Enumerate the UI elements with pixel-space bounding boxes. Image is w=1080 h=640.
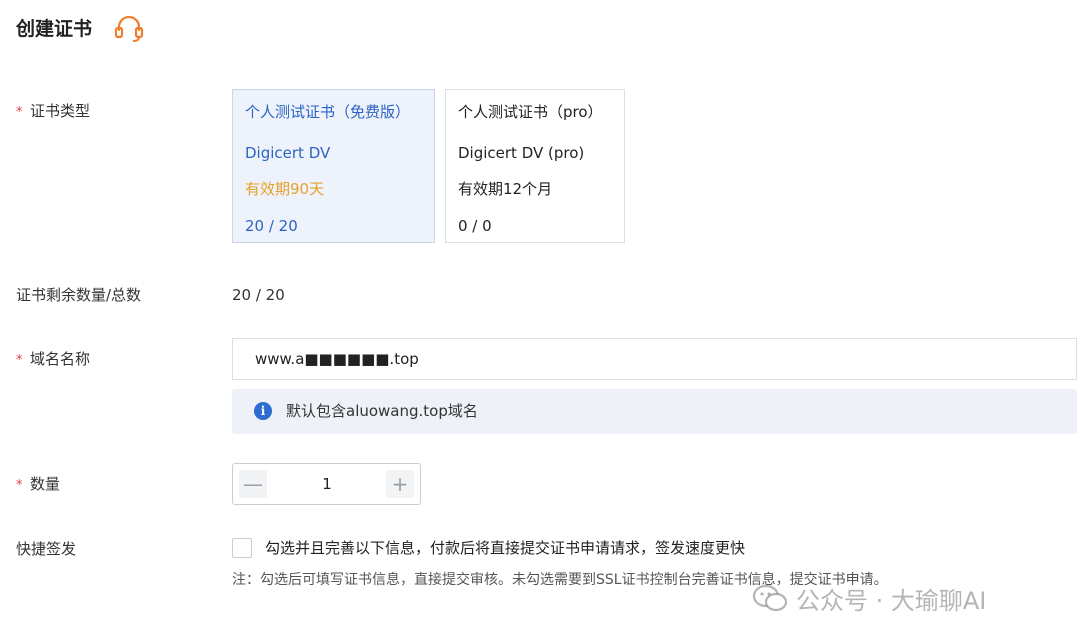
cert-option-name: 个人测试证书（pro）	[458, 103, 603, 121]
required-marker: *	[16, 478, 23, 493]
required-marker: *	[16, 105, 23, 120]
cert-option-validity: 有效期12个月	[458, 180, 553, 198]
cert-option-product: Digicert DV	[245, 144, 331, 162]
quantity-label-text: 数量	[30, 475, 61, 493]
domain-info-box: i 默认包含aluowang.top域名	[232, 389, 1077, 434]
increment-button[interactable]: +	[386, 470, 414, 498]
decrement-button[interactable]: —	[239, 470, 267, 498]
domain-label-text: 域名名称	[30, 350, 91, 368]
cert-option-product: Digicert DV (pro)	[458, 144, 585, 162]
domain-label: * 域名名称	[16, 348, 90, 372]
cert-type-label-text: 证书类型	[30, 102, 91, 120]
quick-issue-checkbox[interactable]	[232, 538, 252, 558]
quantity-label: * 数量	[16, 473, 60, 497]
cert-option-validity: 有效期90天	[245, 180, 325, 198]
cert-option-quota: 0 / 0	[458, 217, 492, 235]
cert-option-quota: 20 / 20	[245, 217, 298, 235]
cert-type-label: * 证书类型	[16, 100, 90, 124]
customer-support-icon[interactable]	[113, 15, 145, 43]
quick-issue-label: 快捷签发	[16, 540, 77, 558]
domain-info-text: 默认包含aluowang.top域名	[286, 402, 478, 420]
wechat-icon	[752, 584, 788, 612]
page-title: 创建证书	[16, 18, 93, 40]
remaining-label: 证书剩余数量/总数	[16, 286, 142, 304]
watermark-text: 公众号 · 大瑜聊AI	[796, 586, 987, 615]
quantity-value[interactable]: 1	[273, 464, 381, 504]
quantity-stepper[interactable]: — 1 +	[232, 463, 421, 505]
watermark: 公众号 · 大瑜聊AI	[752, 578, 986, 618]
cert-option-pro[interactable]: 个人测试证书（pro） Digicert DV (pro) 有效期12个月 0 …	[445, 89, 625, 243]
required-marker: *	[16, 353, 23, 368]
cert-option-name: 个人测试证书（免费版）	[245, 103, 411, 121]
cert-option-free[interactable]: 个人测试证书（免费版） Digicert DV 有效期90天 20 / 20	[232, 89, 435, 243]
info-icon: i	[254, 402, 272, 420]
domain-input[interactable]	[232, 338, 1077, 380]
remaining-value: 20 / 20	[232, 286, 285, 304]
quick-issue-checkbox-label[interactable]: 勾选并且完善以下信息，付款后将直接提交证书申请请求，签发速度更快	[265, 537, 745, 559]
